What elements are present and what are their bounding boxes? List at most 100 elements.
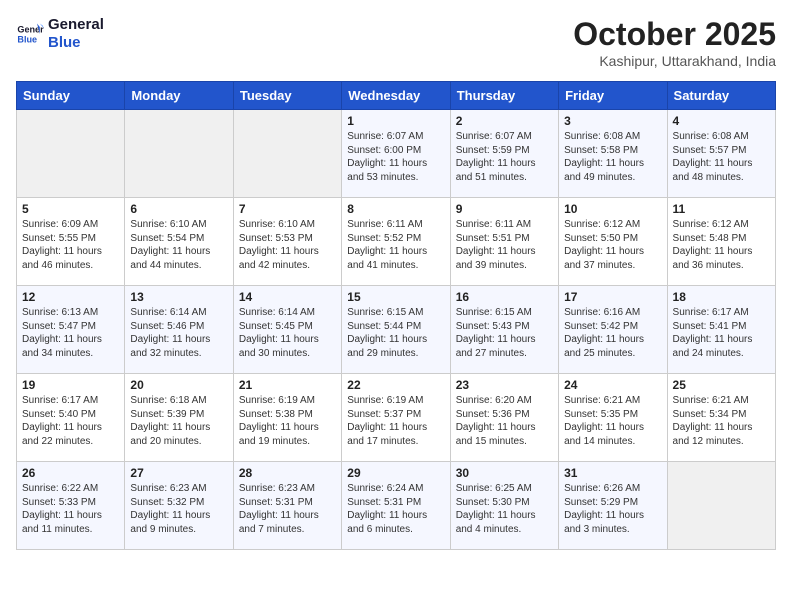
calendar-cell: 19Sunrise: 6:17 AMSunset: 5:40 PMDayligh… — [17, 374, 125, 462]
day-number: 14 — [239, 290, 336, 304]
day-number: 29 — [347, 466, 444, 480]
day-number: 22 — [347, 378, 444, 392]
calendar-cell — [667, 462, 775, 550]
cell-content: Sunrise: 6:24 AMSunset: 5:31 PMDaylight:… — [347, 482, 444, 536]
weekday-header-friday: Friday — [559, 82, 667, 110]
day-number: 8 — [347, 202, 444, 216]
calendar-cell — [125, 110, 233, 198]
weekday-header-monday: Monday — [125, 82, 233, 110]
calendar-cell: 4 Sunrise: 6:08 AMSunset: 5:57 PMDaylight… — [667, 110, 775, 198]
calendar-cell: 29 Sunrise: 6:24 AMSunset: 5:31 PMDayligh… — [342, 462, 450, 550]
calendar-cell: 31 Sunrise: 6:26 AMSunset: 5:29 PMDayligh… — [559, 462, 667, 550]
cell-content: Sunrise: 6:26 AMSunset: 5:29 PMDaylight:… — [564, 482, 661, 536]
cell-content: Sunrise: 6:19 AMSunset: 5:38 PMDaylight:… — [239, 394, 336, 448]
cell-content: Sunrise: 6:20 AMSunset: 5:36 PMDaylight:… — [456, 394, 553, 448]
day-number: 21 — [239, 378, 336, 392]
week-row-5: 26Sunrise: 6:22 AMSunset: 5:33 PMDayligh… — [17, 462, 776, 550]
calendar-cell: 23 Sunrise: 6:20 AMSunset: 5:36 PMDayligh… — [450, 374, 558, 462]
cell-content: Sunrise: 6:19 AMSunset: 5:37 PMDaylight:… — [347, 394, 444, 448]
day-number: 27 — [130, 466, 227, 480]
cell-content: Sunrise: 6:15 AMSunset: 5:44 PMDaylight:… — [347, 306, 444, 360]
weekday-header-saturday: Saturday — [667, 82, 775, 110]
calendar-cell: 14Sunrise: 6:14 AMSunset: 5:45 PMDayligh… — [233, 286, 341, 374]
calendar-cell: 28 Sunrise: 6:23 AMSunset: 5:31 PMDayligh… — [233, 462, 341, 550]
cell-content: Sunrise: 6:13 AMSunset: 5:47 PMDaylight:… — [22, 306, 119, 360]
day-number: 3 — [564, 114, 661, 128]
day-number: 25 — [673, 378, 770, 392]
weekday-header-tuesday: Tuesday — [233, 82, 341, 110]
day-number: 26 — [22, 466, 119, 480]
svg-text:General: General — [17, 25, 44, 35]
calendar-cell: 13 Sunrise: 6:14 AMSunset: 5:46 PMDayligh… — [125, 286, 233, 374]
weekday-header-row: SundayMondayTuesdayWednesdayThursdayFrid… — [17, 82, 776, 110]
cell-content: Sunrise: 6:16 AMSunset: 5:42 PMDaylight:… — [564, 306, 661, 360]
cell-content: Sunrise: 6:09 AMSunset: 5:55 PMDaylight:… — [22, 218, 119, 272]
week-row-2: 5 Sunrise: 6:09 AMSunset: 5:55 PMDaylight… — [17, 198, 776, 286]
calendar-table: SundayMondayTuesdayWednesdayThursdayFrid… — [16, 81, 776, 550]
title-block: October 2025 Kashipur, Uttarakhand, Indi… — [573, 16, 776, 69]
week-row-4: 19Sunrise: 6:17 AMSunset: 5:40 PMDayligh… — [17, 374, 776, 462]
week-row-1: 1 Sunrise: 6:07 AMSunset: 6:00 PMDaylight… — [17, 110, 776, 198]
calendar-cell: 27 Sunrise: 6:23 AMSunset: 5:32 PMDayligh… — [125, 462, 233, 550]
logo: General Blue General Blue — [16, 16, 104, 52]
cell-content: Sunrise: 6:14 AMSunset: 5:46 PMDaylight:… — [130, 306, 227, 360]
day-number: 5 — [22, 202, 119, 216]
calendar-cell: 26Sunrise: 6:22 AMSunset: 5:33 PMDayligh… — [17, 462, 125, 550]
day-number: 16 — [456, 290, 553, 304]
cell-content: Sunrise: 6:08 AMSunset: 5:57 PMDaylight:… — [673, 130, 770, 184]
calendar-cell: 5 Sunrise: 6:09 AMSunset: 5:55 PMDaylight… — [17, 198, 125, 286]
calendar-cell: 10Sunrise: 6:12 AMSunset: 5:50 PMDayligh… — [559, 198, 667, 286]
day-number: 9 — [456, 202, 553, 216]
cell-content: Sunrise: 6:11 AMSunset: 5:51 PMDaylight:… — [456, 218, 553, 272]
calendar-cell: 12 Sunrise: 6:13 AMSunset: 5:47 PMDayligh… — [17, 286, 125, 374]
day-number: 31 — [564, 466, 661, 480]
weekday-header-thursday: Thursday — [450, 82, 558, 110]
calendar-cell: 16 Sunrise: 6:15 AMSunset: 5:43 PMDayligh… — [450, 286, 558, 374]
weekday-header-wednesday: Wednesday — [342, 82, 450, 110]
calendar-cell: 24Sunrise: 6:21 AMSunset: 5:35 PMDayligh… — [559, 374, 667, 462]
cell-content: Sunrise: 6:10 AMSunset: 5:53 PMDaylight:… — [239, 218, 336, 272]
day-number: 20 — [130, 378, 227, 392]
cell-content: Sunrise: 6:25 AMSunset: 5:30 PMDaylight:… — [456, 482, 553, 536]
cell-content: Sunrise: 6:18 AMSunset: 5:39 PMDaylight:… — [130, 394, 227, 448]
cell-content: Sunrise: 6:08 AMSunset: 5:58 PMDaylight:… — [564, 130, 661, 184]
calendar-cell: 6 Sunrise: 6:10 AMSunset: 5:54 PMDaylight… — [125, 198, 233, 286]
cell-content: Sunrise: 6:12 AMSunset: 5:48 PMDaylight:… — [673, 218, 770, 272]
calendar-cell: 8 Sunrise: 6:11 AMSunset: 5:52 PMDaylight… — [342, 198, 450, 286]
page-header: General Blue General Blue October 2025 K… — [16, 16, 776, 69]
logo-text-general: General — [48, 16, 104, 34]
cell-content: Sunrise: 6:23 AMSunset: 5:32 PMDaylight:… — [130, 482, 227, 536]
cell-content: Sunrise: 6:15 AMSunset: 5:43 PMDaylight:… — [456, 306, 553, 360]
calendar-cell — [233, 110, 341, 198]
day-number: 28 — [239, 466, 336, 480]
day-number: 6 — [130, 202, 227, 216]
cell-content: Sunrise: 6:23 AMSunset: 5:31 PMDaylight:… — [239, 482, 336, 536]
calendar-cell: 20 Sunrise: 6:18 AMSunset: 5:39 PMDayligh… — [125, 374, 233, 462]
cell-content: Sunrise: 6:17 AMSunset: 5:40 PMDaylight:… — [22, 394, 119, 448]
weekday-header-sunday: Sunday — [17, 82, 125, 110]
cell-content: Sunrise: 6:10 AMSunset: 5:54 PMDaylight:… — [130, 218, 227, 272]
day-number: 17 — [564, 290, 661, 304]
cell-content: Sunrise: 6:11 AMSunset: 5:52 PMDaylight:… — [347, 218, 444, 272]
calendar-cell: 21 Sunrise: 6:19 AMSunset: 5:38 PMDayligh… — [233, 374, 341, 462]
calendar-cell: 11Sunrise: 6:12 AMSunset: 5:48 PMDayligh… — [667, 198, 775, 286]
day-number: 23 — [456, 378, 553, 392]
day-number: 18 — [673, 290, 770, 304]
cell-content: Sunrise: 6:07 AMSunset: 6:00 PMDaylight:… — [347, 130, 444, 184]
calendar-cell: 9 Sunrise: 6:11 AMSunset: 5:51 PMDaylight… — [450, 198, 558, 286]
day-number: 1 — [347, 114, 444, 128]
calendar-cell: 30Sunrise: 6:25 AMSunset: 5:30 PMDayligh… — [450, 462, 558, 550]
calendar-cell: 25Sunrise: 6:21 AMSunset: 5:34 PMDayligh… — [667, 374, 775, 462]
day-number: 15 — [347, 290, 444, 304]
day-number: 13 — [130, 290, 227, 304]
day-number: 12 — [22, 290, 119, 304]
calendar-cell: 17 Sunrise: 6:16 AMSunset: 5:42 PMDayligh… — [559, 286, 667, 374]
calendar-cell: 18Sunrise: 6:17 AMSunset: 5:41 PMDayligh… — [667, 286, 775, 374]
day-number: 10 — [564, 202, 661, 216]
calendar-cell: 7Sunrise: 6:10 AMSunset: 5:53 PMDaylight… — [233, 198, 341, 286]
calendar-cell: 2Sunrise: 6:07 AMSunset: 5:59 PMDaylight… — [450, 110, 558, 198]
day-number: 4 — [673, 114, 770, 128]
svg-text:Blue: Blue — [17, 34, 37, 44]
day-number: 2 — [456, 114, 553, 128]
day-number: 24 — [564, 378, 661, 392]
